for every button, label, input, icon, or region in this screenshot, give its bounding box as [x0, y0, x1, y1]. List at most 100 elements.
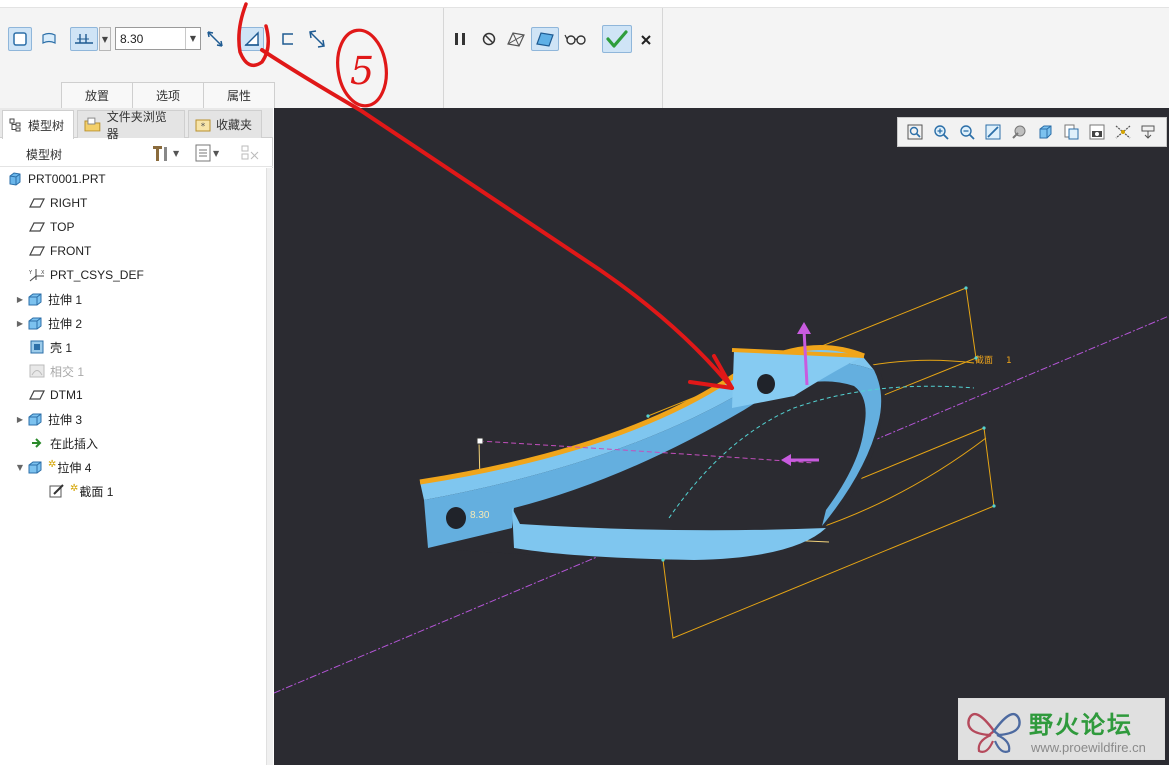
forum-watermark: 野火论坛 www.proewildfire.cn [958, 698, 1165, 760]
depth-option-button[interactable] [70, 27, 98, 51]
datum-plane-icon [28, 219, 46, 235]
tab-folder-browser[interactable]: 文件夹浏览器 [77, 110, 185, 141]
tree-item-label: DTM1 [50, 388, 83, 402]
tree-item-label: TOP [50, 220, 75, 234]
saved-views-icon [1064, 124, 1078, 140]
tree-item-front[interactable]: FRONT [28, 240, 91, 262]
depth-value-field[interactable]: 8.30 ▼ [115, 27, 201, 50]
annotation-display-button[interactable] [1137, 121, 1160, 143]
sketch-icon [48, 483, 66, 499]
view-manager-button[interactable] [1085, 121, 1108, 143]
csys-icon: YX [28, 267, 46, 283]
zoom-out-button[interactable] [955, 121, 978, 143]
extrude-icon [26, 291, 44, 307]
tree-item-right[interactable]: RIGHT [28, 192, 87, 214]
refit-button[interactable] [903, 121, 926, 143]
close-icon [641, 35, 651, 45]
chevron-down-icon[interactable]: ▼ [185, 28, 200, 49]
extrude-solid-button[interactable] [8, 27, 32, 51]
preview-mesh-button[interactable] [504, 27, 528, 51]
repaint-button[interactable] [981, 121, 1004, 143]
tree-item-dtm1[interactable]: DTM1 [28, 384, 83, 406]
tree-item-extrude-2[interactable]: ▶ 拉伸 2 [14, 312, 82, 334]
thicken-icon [282, 33, 293, 45]
end-hole [446, 507, 466, 529]
display-style-button[interactable] [1033, 121, 1056, 143]
tree-item-root[interactable]: PRT0001.PRT [6, 168, 106, 190]
zoom-out-icon [959, 125, 975, 140]
datum-display-icon [1115, 125, 1130, 139]
tree-item-extrude-3[interactable]: ▶ 拉伸 3 [14, 408, 82, 430]
section-label: 截面 [975, 354, 993, 366]
checkmark-icon [606, 30, 628, 48]
tab-properties[interactable]: 属性 [203, 82, 275, 108]
model-scene: 8.30 截面 1 [274, 286, 1169, 694]
datum-display-button[interactable] [1111, 121, 1134, 143]
cancel-button[interactable] [634, 28, 658, 52]
tree-item-top[interactable]: TOP [28, 216, 74, 238]
expand-arrow-icon[interactable]: ▶ [14, 415, 26, 424]
tree-filter-button[interactable] [240, 143, 260, 163]
depth-option-dropdown[interactable]: ▼ [99, 27, 111, 51]
svg-text:Y: Y [28, 270, 33, 276]
ribbon-separator [662, 8, 663, 108]
saved-views-button[interactable] [1059, 121, 1082, 143]
tab-model-tree-label: 模型树 [28, 118, 65, 133]
tree-item-shell-1[interactable]: 壳 1 [28, 336, 72, 358]
view-toolbar [897, 117, 1167, 147]
verify-preview-button[interactable] [531, 27, 559, 51]
extrude-icon [26, 459, 44, 475]
display-style-icon [1039, 125, 1051, 139]
expand-arrow-icon[interactable]: ▶ [14, 295, 26, 304]
surface-icon [42, 32, 56, 44]
tree-item-intersect-1[interactable]: 相交 1 [28, 360, 84, 382]
confirm-button[interactable] [602, 25, 632, 53]
chevron-down-icon: ▼ [213, 148, 220, 158]
section-label-suffix: 1 [1006, 356, 1012, 366]
ribbon-top-border [0, 0, 1169, 8]
tree-item-label: FRONT [50, 244, 92, 258]
extrude-surface-button[interactable] [37, 27, 61, 51]
view-manager-icon [1089, 124, 1104, 140]
tree-item-label: 在此插入 [50, 436, 99, 451]
graphics-window[interactable]: 8.30 截面 1 野火论坛 www.proewildfire.cn [274, 108, 1169, 765]
datum-plane-icon [28, 195, 46, 211]
tree-item-csys[interactable]: YX PRT_CSYS_DEF [28, 264, 144, 286]
preview-glasses-button[interactable] [562, 27, 590, 51]
pause-button[interactable] [448, 27, 472, 51]
flip-direction-button[interactable] [203, 27, 227, 51]
list-icon [195, 144, 211, 162]
tab-favorites[interactable]: * 收藏夹 [188, 110, 262, 138]
glasses-icon [564, 34, 586, 45]
tab-model-tree[interactable]: 模型树 [2, 110, 74, 139]
expand-arrow-icon[interactable]: ▶ [14, 319, 26, 328]
tree-item-label: 壳 1 [50, 340, 73, 355]
collapse-arrow-icon[interactable]: ▼ [14, 463, 26, 472]
tab-options[interactable]: 选项 [132, 82, 204, 108]
svg-text:X: X [41, 270, 45, 276]
repaint-icon [985, 124, 1000, 140]
no-preview-button[interactable] [477, 27, 501, 51]
tree-show-button[interactable]: ▼ [195, 143, 219, 163]
zoom-in-button[interactable] [929, 121, 952, 143]
tree-settings-button[interactable]: ▼ [151, 143, 179, 163]
annotation-display-icon [1141, 125, 1154, 139]
tab-placement[interactable]: 放置 [61, 82, 133, 108]
tree-item-extrude-1[interactable]: ▶ 拉伸 1 [14, 288, 82, 310]
navigator-tabs: 模型树 文件夹浏览器 * 收藏夹 [0, 108, 273, 141]
tree-item-section-1[interactable]: ✲ 截面 1 [48, 480, 113, 502]
tree-scrollbar[interactable] [266, 168, 273, 765]
reorient-button[interactable] [1007, 121, 1030, 143]
solid-icon [13, 32, 27, 46]
thicken-sketch-button[interactable] [276, 27, 300, 51]
pause-icon [455, 33, 465, 45]
zoom-in-icon [933, 125, 949, 140]
tree-item-label: 拉伸 2 [48, 316, 83, 331]
model-tree-header: 模型树 ▼ ▼ [0, 139, 273, 167]
dimension-value: 8.30 [470, 510, 490, 521]
tree-item-insert-here[interactable]: 在此插入 [28, 432, 98, 454]
flip-material-side-button[interactable] [305, 27, 329, 51]
tree-item-extrude-4[interactable]: ▼ ✲ 拉伸 4 [14, 456, 91, 478]
remove-material-button[interactable] [240, 27, 264, 51]
ribbon-separator [443, 8, 444, 108]
